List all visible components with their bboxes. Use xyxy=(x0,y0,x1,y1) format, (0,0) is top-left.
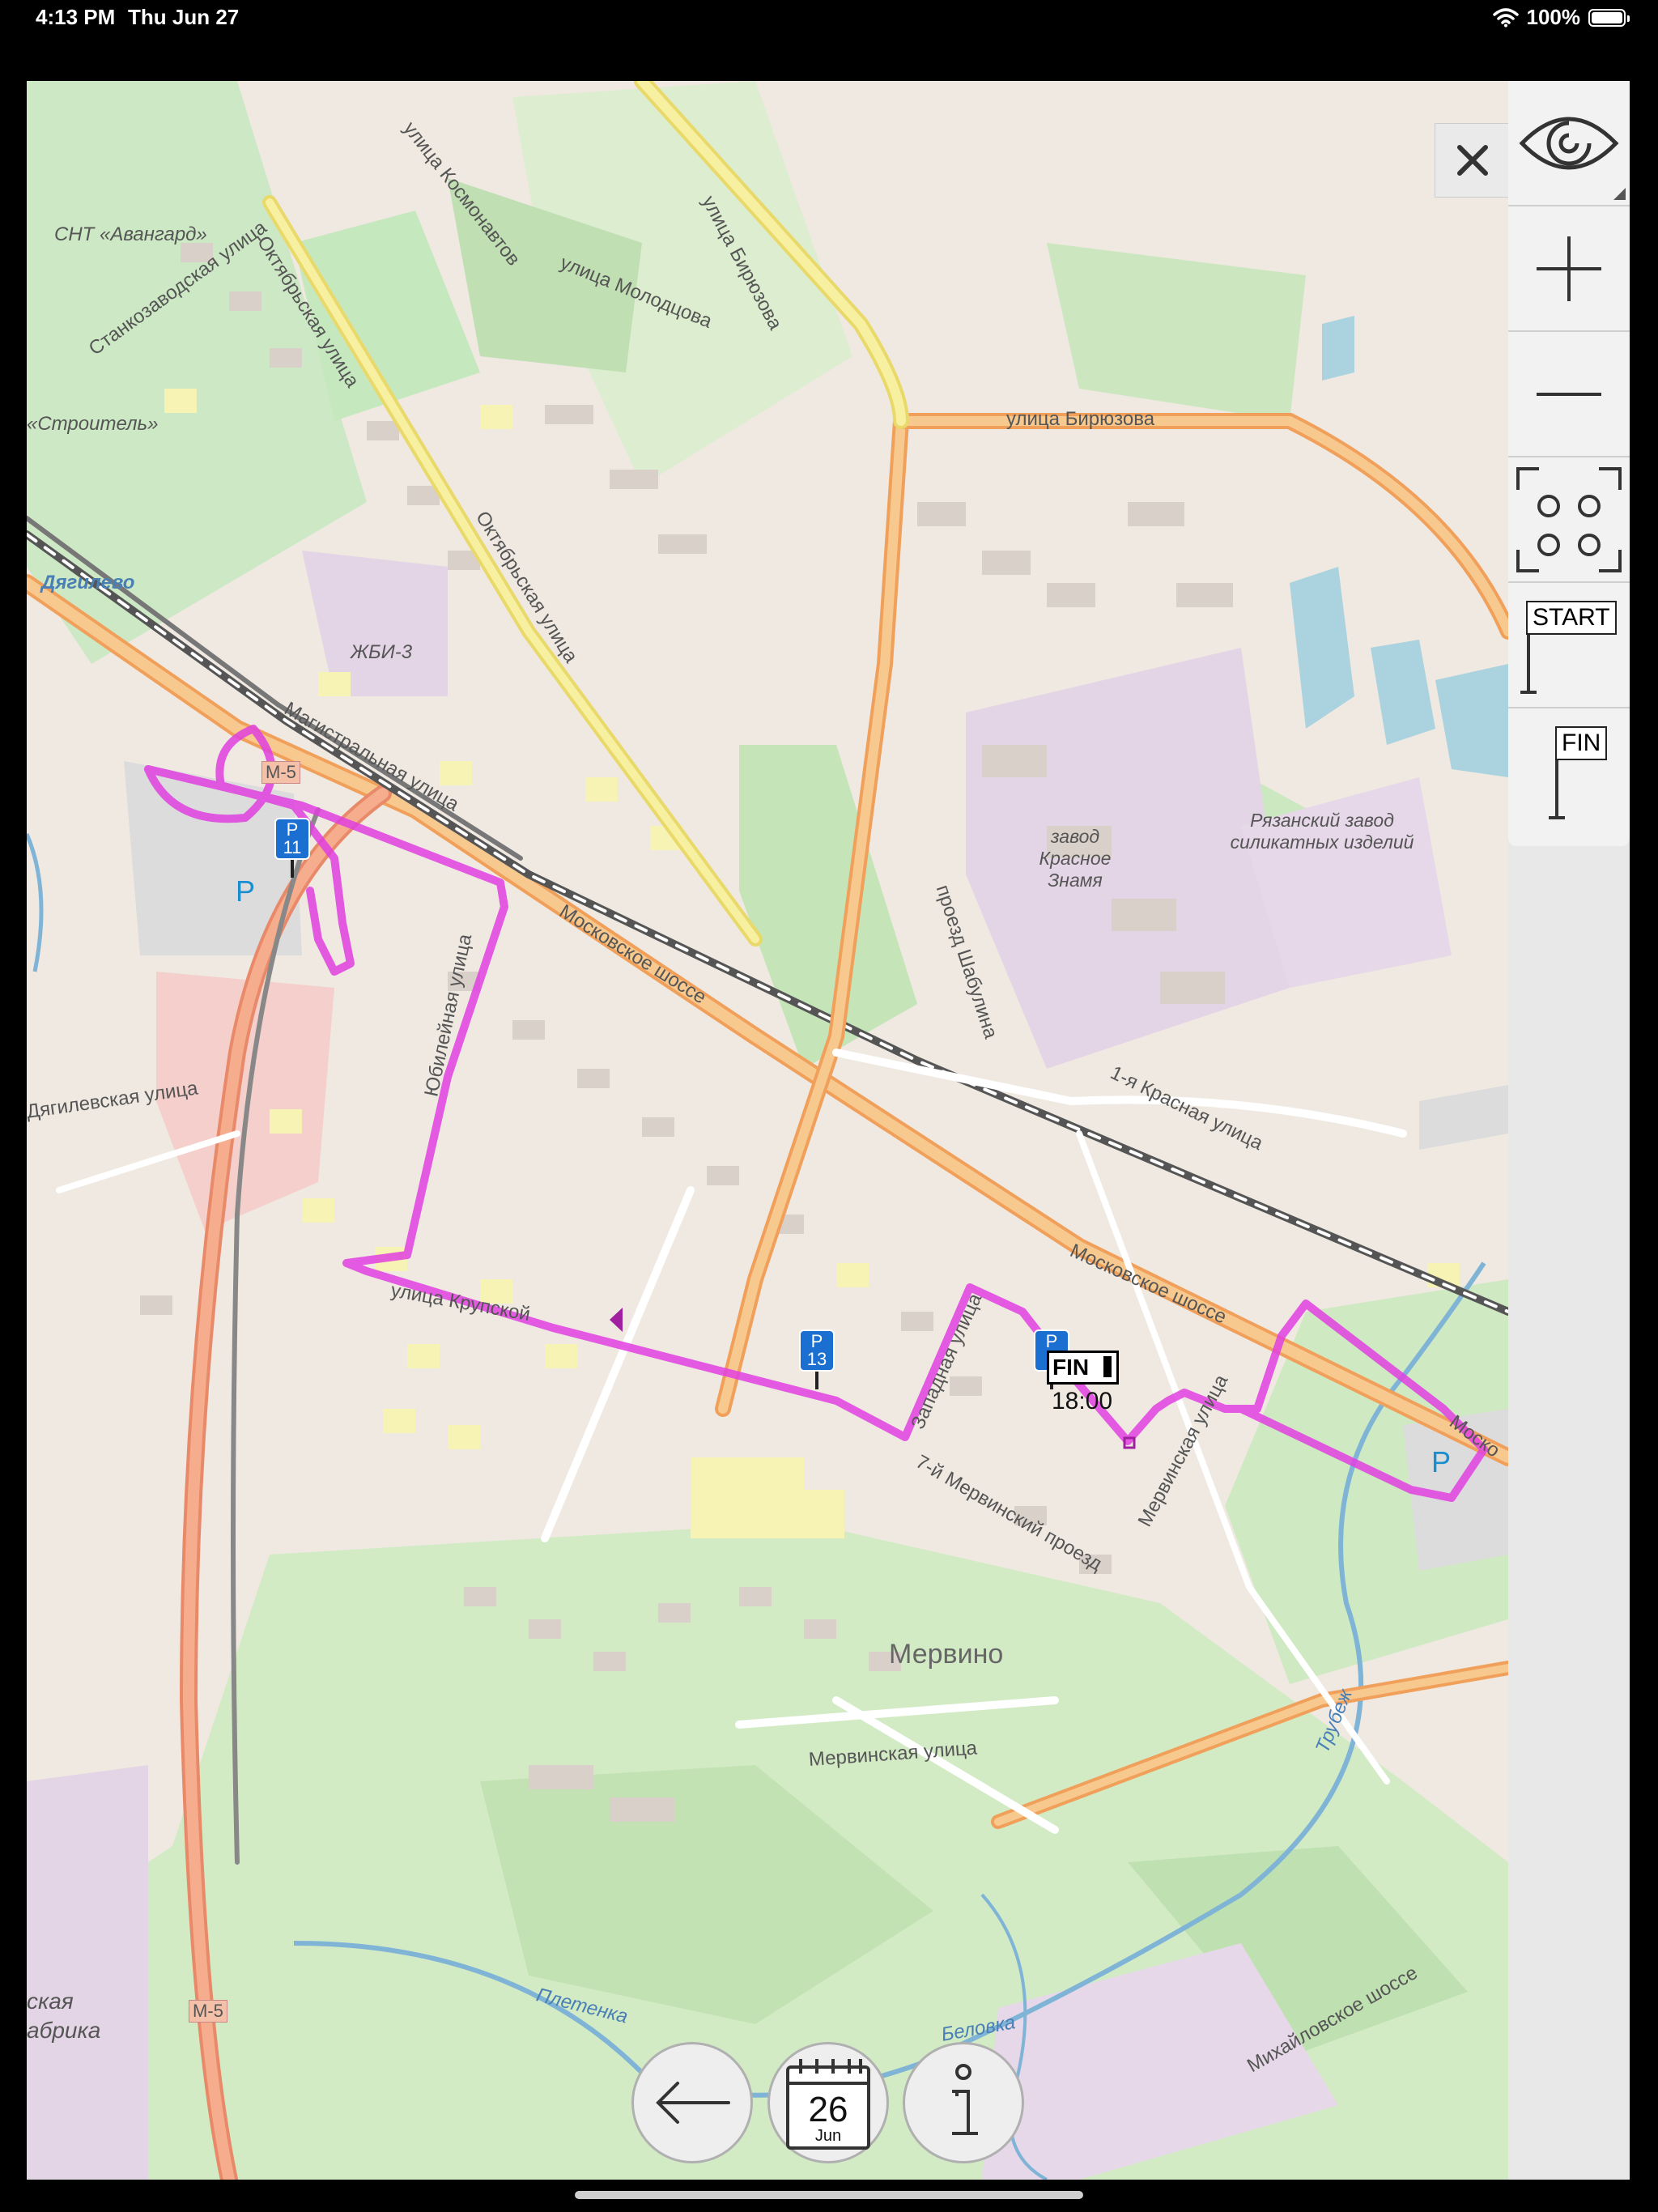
finish-label: FIN xyxy=(1555,726,1608,760)
label-zavod-krasnoe: завод Красное Знамя xyxy=(1039,826,1112,891)
marker-letter: P xyxy=(286,819,299,840)
parking-sign-1: P xyxy=(236,874,256,908)
map-base xyxy=(27,81,1508,2180)
map-view[interactable]: СНТ «Авангард» «Строитель» Дягилево Стан… xyxy=(27,81,1508,2180)
info-button[interactable] xyxy=(903,2042,1024,2163)
minus-icon xyxy=(1537,392,1601,396)
wifi-icon xyxy=(1492,7,1519,27)
start-button[interactable]: START xyxy=(1508,583,1630,708)
marker-number: 13 xyxy=(806,1349,827,1369)
status-time: 4:13 PM xyxy=(36,5,116,29)
close-button[interactable] xyxy=(1435,123,1511,198)
zoom-in-button[interactable] xyxy=(1508,206,1630,332)
map-toolbar: START FIN xyxy=(1508,81,1630,2180)
info-icon xyxy=(952,2064,978,2135)
parking-sign-2: P xyxy=(1431,1445,1452,1478)
battery-level xyxy=(1592,11,1622,23)
status-indicators: 100% xyxy=(1492,5,1630,30)
back-button[interactable] xyxy=(631,2042,753,2163)
zoom-out-button[interactable] xyxy=(1508,332,1630,457)
fit-frame-icon xyxy=(1516,466,1622,572)
marker-number: 11 xyxy=(283,837,302,857)
label-fabrika-2: абрика xyxy=(27,2018,101,2043)
start-label: START xyxy=(1526,601,1617,635)
finish-button[interactable]: FIN xyxy=(1508,708,1630,834)
label-snt-avangard: СНТ «Авангард» xyxy=(54,223,207,245)
back-arrow-icon xyxy=(656,2082,730,2124)
calendar-button[interactable]: 26 Jun xyxy=(767,2042,889,2163)
status-bar: 4:13 PM Thu Jun 27 100% xyxy=(0,0,1658,39)
parking-marker[interactable]: P 13 xyxy=(799,1329,835,1389)
eye-icon xyxy=(1519,117,1626,200)
label-fabrika-1: ская xyxy=(27,1989,74,2014)
battery-percent: 100% xyxy=(1526,5,1581,29)
label-mervino: Мервино xyxy=(889,1639,1004,1670)
status-date: Thu Jun 27 xyxy=(128,5,240,29)
finish-flag-marker[interactable]: FIN xyxy=(1047,1351,1120,1385)
fit-route-button[interactable] xyxy=(1508,457,1630,583)
battery-icon xyxy=(1588,8,1630,27)
marker-letter: P xyxy=(1045,1331,1058,1351)
label-biryuzova-2: улица Бирюзова xyxy=(1006,408,1155,430)
label-zhbi: ЖБИ-3 xyxy=(351,641,413,663)
label-stroitel: «Строитель» xyxy=(27,413,159,435)
parking-marker[interactable]: P 11 xyxy=(274,818,310,878)
marker-letter: P xyxy=(810,1331,823,1351)
calendar-day: 26 xyxy=(808,2090,848,2129)
label-m5-top: M-5 xyxy=(261,761,300,784)
label-ryazansky-zavod: Рязанский завод силикатных изделий xyxy=(1230,810,1414,853)
home-indicator[interactable] xyxy=(575,2191,1083,2199)
calendar-month: Jun xyxy=(814,2127,842,2145)
finish-time: 18:00 xyxy=(1052,1388,1113,1414)
close-icon xyxy=(1457,145,1488,176)
label-dyagilevo: Дягилево xyxy=(41,572,135,593)
label-m5-bottom: M-5 xyxy=(189,2000,227,2023)
map-toolbar-panel: START FIN xyxy=(1508,81,1630,846)
plus-icon xyxy=(1537,236,1601,301)
visibility-button[interactable] xyxy=(1508,81,1630,206)
